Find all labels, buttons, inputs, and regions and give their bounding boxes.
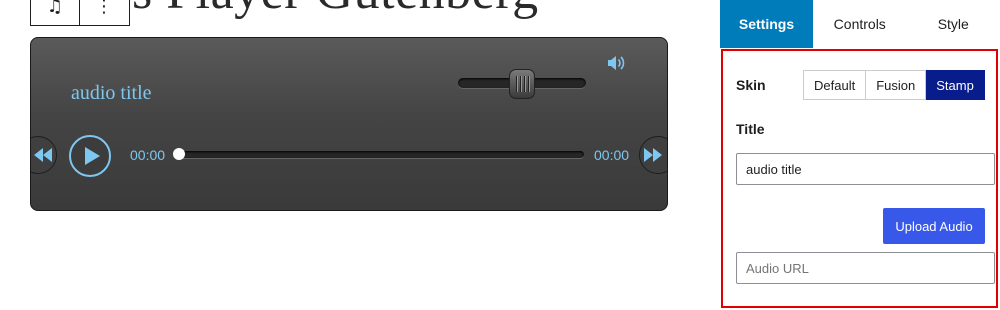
block-toolbar: ♫ ⋮	[30, 0, 130, 26]
current-time: 00:00	[130, 147, 166, 163]
upload-audio-button[interactable]: Upload Audio	[883, 208, 985, 244]
tab-controls[interactable]: Controls	[813, 0, 907, 48]
skin-stamp-button[interactable]: Stamp	[926, 70, 985, 100]
play-button[interactable]	[69, 135, 111, 177]
music-note-icon[interactable]: ♫	[31, 0, 79, 25]
tab-settings[interactable]: Settings	[720, 0, 813, 48]
speaker-volume-icon[interactable]	[606, 54, 626, 77]
fast-forward-icon[interactable]	[639, 136, 667, 174]
title-input[interactable]	[736, 153, 995, 185]
progress-handle[interactable]	[173, 148, 185, 160]
skin-fusion-button[interactable]: Fusion	[866, 70, 927, 100]
skin-label: Skin	[736, 77, 766, 93]
progress-bar[interactable]	[178, 151, 584, 158]
audio-url-input[interactable]	[736, 252, 995, 284]
page-title: s Player Gutenberg	[132, 0, 539, 21]
volume-slider-handle[interactable]	[509, 69, 535, 99]
audio-player: audio title 00:00 00:00	[30, 37, 668, 211]
skin-default-button[interactable]: Default	[803, 70, 867, 100]
rewind-icon[interactable]	[31, 136, 57, 174]
skin-button-group: Default Fusion Stamp	[803, 70, 985, 100]
tab-style[interactable]: Style	[907, 0, 1000, 48]
audio-title: audio title	[71, 82, 152, 104]
total-time: 00:00	[594, 147, 630, 163]
inspector-tabs: Settings Controls Style	[720, 0, 1000, 48]
title-label: Title	[736, 121, 765, 137]
more-options-icon[interactable]: ⋮	[79, 0, 128, 25]
settings-panel: Skin Default Fusion Stamp Title Upload A…	[721, 49, 998, 308]
play-icon	[85, 147, 100, 165]
